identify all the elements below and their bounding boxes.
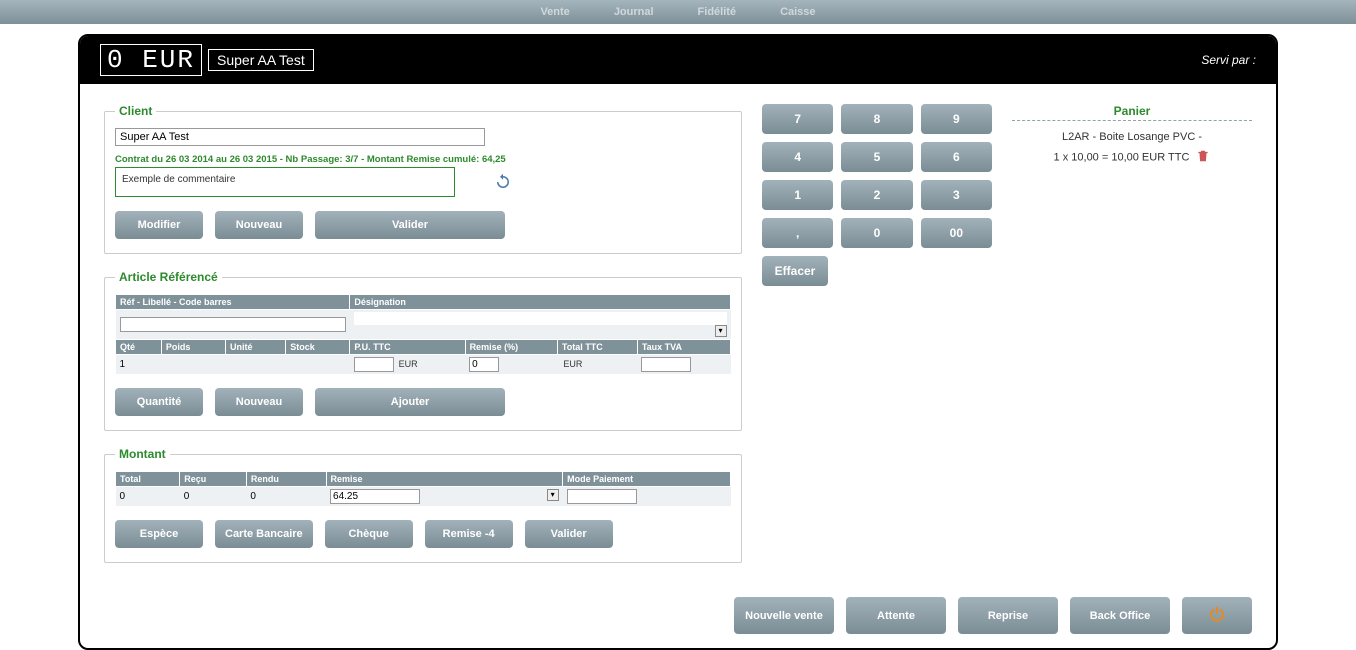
reprise-button[interactable]: Reprise (958, 597, 1058, 634)
cart-panel: Panier L2AR - Boite Losange PVC - 1 x 10… (1012, 104, 1252, 579)
poids-cell (161, 355, 225, 375)
key-0[interactable]: 0 (841, 218, 912, 248)
col-recu: Reçu (180, 472, 247, 487)
nav-vente[interactable]: Vente (528, 2, 581, 22)
col-mremise: Remise (326, 472, 563, 487)
numeric-keypad: 7 8 9 4 5 6 1 2 3 , 0 00 (762, 104, 992, 286)
article-table: Réf - Libellé - Code barres Désignation … (115, 294, 731, 374)
nouvelle-vente-button[interactable]: Nouvelle vente (734, 597, 834, 634)
nav-fidelite[interactable]: Fidélité (686, 2, 749, 22)
key-7[interactable]: 7 (762, 104, 833, 134)
key-1[interactable]: 1 (762, 180, 833, 210)
key-clear[interactable]: Effacer (762, 256, 828, 286)
nav-journal[interactable]: Journal (602, 2, 666, 22)
header: 0 EUR Super AA Test Servi par : (80, 36, 1276, 84)
cart-item-price: 1 x 10,00 = 10,00 EUR TTC (1054, 151, 1190, 163)
eur-label-2: EUR (561, 359, 582, 369)
power-button[interactable]: ⏻ (1182, 597, 1252, 634)
col-mode: Mode Paiement (563, 472, 731, 487)
client-valider-button[interactable]: Valider (315, 211, 505, 239)
tauxtva-input[interactable] (641, 357, 691, 372)
remise-input[interactable] (469, 357, 499, 372)
client-comment-box[interactable]: Exemple de commentaire (115, 167, 455, 197)
col-ref: Réf - Libellé - Code barres (116, 295, 350, 310)
col-unite: Unité (226, 340, 286, 355)
carte-bancaire-button[interactable]: Carte Bancaire (215, 520, 313, 548)
backoffice-button[interactable]: Back Office (1070, 597, 1170, 634)
designation-dropdown-icon[interactable]: ▾ (715, 325, 727, 337)
col-total: Total (116, 472, 180, 487)
client-name-input[interactable] (115, 128, 485, 146)
cart-delete-icon[interactable] (1196, 149, 1210, 166)
article-legend: Article Référencé (115, 270, 222, 284)
client-contract-line: Contrat du 26 03 2014 au 26 03 2015 - Nb… (115, 154, 731, 165)
col-tauxtva: Taux TVA (637, 340, 730, 355)
ref-input[interactable] (120, 317, 346, 332)
led-total: 0 EUR (100, 44, 202, 76)
key-3[interactable]: 3 (921, 180, 992, 210)
top-nav: Vente Journal Fidélité Caisse (0, 0, 1356, 24)
designation-input[interactable] (354, 312, 727, 325)
montant-table: Total Reçu Rendu Remise Mode Paiement 0 … (115, 471, 731, 506)
key-5[interactable]: 5 (841, 142, 912, 172)
stock-cell (286, 355, 350, 375)
power-icon: ⏻ (1210, 605, 1224, 625)
remise-montant-input[interactable] (330, 489, 420, 504)
key-comma[interactable]: , (762, 218, 833, 248)
article-fieldset: Article Référencé Réf - Libellé - Code b… (104, 270, 742, 431)
col-remise: Remise (%) (465, 340, 557, 355)
key-8[interactable]: 8 (841, 104, 912, 134)
espece-button[interactable]: Espèce (115, 520, 203, 548)
article-ajouter-button[interactable]: Ajouter (315, 388, 505, 416)
cheque-button[interactable]: Chèque (325, 520, 413, 548)
pu-input[interactable] (354, 357, 394, 372)
client-fieldset: Client Contrat du 26 03 2014 au 26 03 20… (104, 104, 742, 254)
key-4[interactable]: 4 (762, 142, 833, 172)
col-pu: P.U. TTC (350, 340, 465, 355)
client-modifier-button[interactable]: Modifier (115, 211, 203, 239)
main-frame: 0 EUR Super AA Test Servi par : Client C… (78, 34, 1278, 650)
key-2[interactable]: 2 (841, 180, 912, 210)
col-rendu: Rendu (246, 472, 326, 487)
montant-legend: Montant (115, 447, 170, 461)
key-00[interactable]: 00 (921, 218, 992, 248)
cart-title: Panier (1012, 104, 1252, 121)
mode-paiement-input[interactable] (567, 489, 637, 504)
refresh-icon[interactable] (494, 173, 512, 191)
col-stock: Stock (286, 340, 350, 355)
col-poids: Poids (161, 340, 225, 355)
total-cell: 0 (116, 487, 180, 507)
served-by-label: Servi par : (1201, 53, 1256, 67)
cart-item-name: L2AR - Boite Losange PVC - (1012, 131, 1252, 143)
recu-cell: 0 (180, 487, 247, 507)
eur-label-1: EUR (397, 359, 418, 369)
key-9[interactable]: 9 (921, 104, 992, 134)
rendu-cell: 0 (246, 487, 326, 507)
col-totalttc: Total TTC (557, 340, 637, 355)
montant-valider-button[interactable]: Valider (525, 520, 613, 548)
remise-dropdown-icon[interactable]: ▾ (547, 489, 559, 501)
unite-cell (226, 355, 286, 375)
article-nouveau-button[interactable]: Nouveau (215, 388, 303, 416)
client-nouveau-button[interactable]: Nouveau (215, 211, 303, 239)
footer-actions: Nouvelle vente Attente Reprise Back Offi… (80, 589, 1276, 648)
nav-caisse[interactable]: Caisse (768, 2, 827, 22)
key-6[interactable]: 6 (921, 142, 992, 172)
col-qte: Qté (116, 340, 162, 355)
header-title: Super AA Test (208, 49, 314, 71)
col-designation: Désignation (350, 295, 731, 310)
qte-cell: 1 (116, 355, 162, 375)
montant-fieldset: Montant Total Reçu Rendu Remise Mode Pai… (104, 447, 742, 563)
client-legend: Client (115, 104, 156, 118)
attente-button[interactable]: Attente (846, 597, 946, 634)
remise-button[interactable]: Remise -4 (425, 520, 513, 548)
article-quantite-button[interactable]: Quantité (115, 388, 203, 416)
